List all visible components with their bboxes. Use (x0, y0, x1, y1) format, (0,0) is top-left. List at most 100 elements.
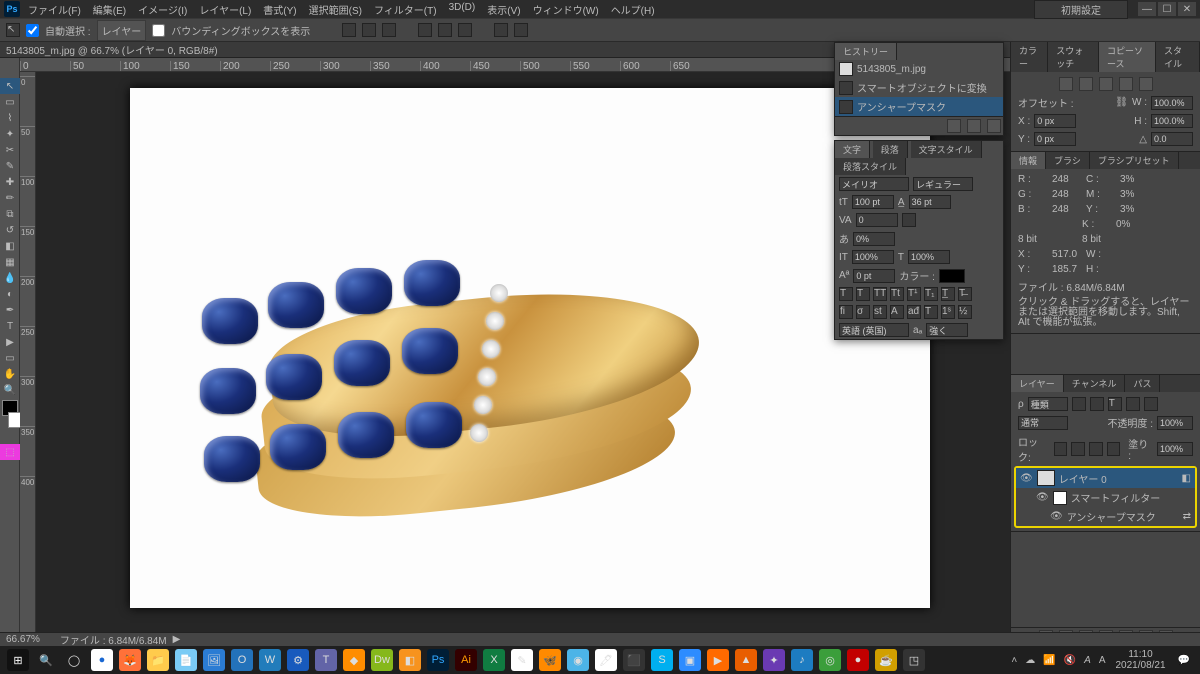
vscale-input[interactable] (852, 250, 894, 264)
ot-icon[interactable]: st (873, 305, 887, 319)
menu-file[interactable]: ファイル(F) (28, 2, 81, 17)
menu-help[interactable]: ヘルプ(H) (611, 2, 655, 17)
char-opacity-input[interactable] (853, 232, 895, 246)
distribute-icon[interactable] (458, 23, 472, 37)
w-input[interactable] (1151, 96, 1193, 110)
app-icon[interactable]: ✎ (511, 649, 533, 671)
min-button[interactable]: — (1138, 2, 1156, 16)
character-panel[interactable]: 文字 段落 文字スタイル 段落スタイル tT A̲ VA あ IT T Aª カ… (834, 140, 1004, 340)
ot-icon[interactable]: ½ (958, 305, 972, 319)
bbox-checkbox[interactable] (152, 24, 165, 37)
tab-swatch[interactable]: スウォッチ (1048, 42, 1099, 72)
layer-fill[interactable] (1157, 442, 1193, 456)
menu-image[interactable]: イメージ(I) (138, 2, 187, 17)
photos-icon[interactable]: 🖼 (203, 649, 225, 671)
app-icon[interactable]: ◉ (567, 649, 589, 671)
menu-layer[interactable]: レイヤー(L) (199, 2, 251, 17)
brush-tool[interactable]: ✏ (0, 190, 20, 206)
word-icon[interactable]: W (259, 649, 281, 671)
smallcaps-button[interactable]: Tt (890, 287, 904, 301)
start-button[interactable]: ⊞ (7, 649, 29, 671)
eraser-tool[interactable]: ◧ (0, 238, 20, 254)
tab-copysource[interactable]: コピーソース (1099, 42, 1156, 72)
auto-select-checkbox[interactable] (26, 24, 39, 37)
volume-icon[interactable]: 🔇 (1064, 655, 1076, 666)
src-icon[interactable] (1139, 77, 1153, 91)
history-item[interactable]: スマートオブジェクトに変換 (835, 78, 1003, 97)
teams-icon[interactable]: T (315, 649, 337, 671)
close-button[interactable]: ✕ (1178, 2, 1196, 16)
strike-button[interactable]: T̶ (958, 287, 972, 301)
type-tool[interactable]: T (0, 318, 20, 334)
allcaps-button[interactable]: TT (873, 287, 887, 301)
font-style-input[interactable] (913, 177, 973, 191)
info-panel[interactable]: 情報 ブラシ ブラシプリセット R :248C :3% G :248M :3% … (1011, 152, 1200, 334)
baseline-input[interactable] (853, 269, 895, 283)
menu-edit[interactable]: 編集(E) (93, 2, 126, 17)
tab-color[interactable]: カラー (1011, 42, 1048, 72)
kerning-icon[interactable] (902, 213, 916, 227)
marquee-tool[interactable]: ▭ (0, 94, 20, 110)
3d-mode-icon[interactable] (514, 23, 528, 37)
h-input[interactable] (1151, 114, 1193, 128)
cloud-icon[interactable]: ☁ (1025, 655, 1035, 666)
workspace-switcher[interactable]: 初期設定 (1034, 0, 1128, 19)
notepad-icon[interactable]: 📄 (175, 649, 197, 671)
src-icon[interactable] (1119, 77, 1133, 91)
app-icon[interactable]: ◆ (343, 649, 365, 671)
ot-icon[interactable]: 1ˢ (941, 305, 955, 319)
pen-tool[interactable]: ✒ (0, 302, 20, 318)
filter-icon[interactable] (1072, 397, 1086, 411)
tab-info[interactable]: 情報 (1011, 152, 1046, 169)
layer-row[interactable]: 👁 レイヤー 0 ◧ (1016, 468, 1195, 488)
history-root[interactable]: 5143805_m.jpg (835, 60, 1003, 78)
vlc-icon[interactable]: ▲ (735, 649, 757, 671)
doc-size[interactable]: ファイル : 6.84M/6.84M (60, 632, 167, 647)
visibility-icon[interactable]: 👁 (1050, 511, 1063, 522)
chrome-icon[interactable]: ● (91, 649, 113, 671)
bold-button[interactable]: T (839, 287, 853, 301)
italic-button[interactable]: T (856, 287, 870, 301)
shape-tool[interactable]: ▭ (0, 350, 20, 366)
smart-filter-row[interactable]: 👁 スマートフィルター (1016, 488, 1195, 507)
font-size-input[interactable] (852, 195, 894, 209)
app-icon[interactable]: 🦋 (539, 649, 561, 671)
align-icon[interactable] (362, 23, 376, 37)
auto-select-target[interactable]: レイヤー (97, 20, 147, 41)
filter-icon[interactable]: T (1108, 397, 1122, 411)
align-icon[interactable] (342, 23, 356, 37)
snapshot-icon[interactable] (947, 119, 961, 133)
app-icon[interactable]: ◎ (819, 649, 841, 671)
crop-tool[interactable]: ✂ (0, 142, 20, 158)
tab-layers[interactable]: レイヤー (1011, 375, 1064, 392)
lock-icon[interactable] (1054, 442, 1068, 456)
tab-channels[interactable]: チャンネル (1064, 375, 1126, 392)
app-icon[interactable]: 🖊 (595, 649, 617, 671)
hscale-input[interactable] (908, 250, 950, 264)
align-icon[interactable] (382, 23, 396, 37)
eyedropper-tool[interactable]: ✎ (0, 158, 20, 174)
filter-icon[interactable] (1144, 397, 1158, 411)
explorer-icon[interactable]: 📁 (147, 649, 169, 671)
app-icon[interactable]: ✦ (763, 649, 785, 671)
filter-icon[interactable] (1126, 397, 1140, 411)
ime-a-icon[interactable]: A (1084, 655, 1091, 666)
filter-blend-icon[interactable]: ⇄ (1183, 511, 1191, 522)
illustrator-icon[interactable]: Ai (455, 649, 477, 671)
move-tool[interactable]: ↖ (0, 78, 20, 94)
text-color-swatch[interactable] (939, 269, 965, 283)
subscript-button[interactable]: T₁ (924, 287, 938, 301)
trash-icon[interactable] (987, 119, 1001, 133)
outlook-icon[interactable]: O (231, 649, 253, 671)
document-canvas[interactable] (130, 88, 930, 608)
excel-icon[interactable]: X (483, 649, 505, 671)
hand-tool[interactable]: ✋ (0, 366, 20, 382)
visibility-icon[interactable]: 👁 (1020, 473, 1033, 484)
3d-mode-icon[interactable] (494, 23, 508, 37)
ot-icon[interactable]: A (890, 305, 904, 319)
sublime-icon[interactable]: ◧ (399, 649, 421, 671)
y-input[interactable] (1034, 132, 1076, 146)
lock-icon[interactable] (1071, 442, 1085, 456)
settings-icon[interactable]: ⚙ (287, 649, 309, 671)
visibility-icon[interactable]: 👁 (1036, 492, 1049, 503)
